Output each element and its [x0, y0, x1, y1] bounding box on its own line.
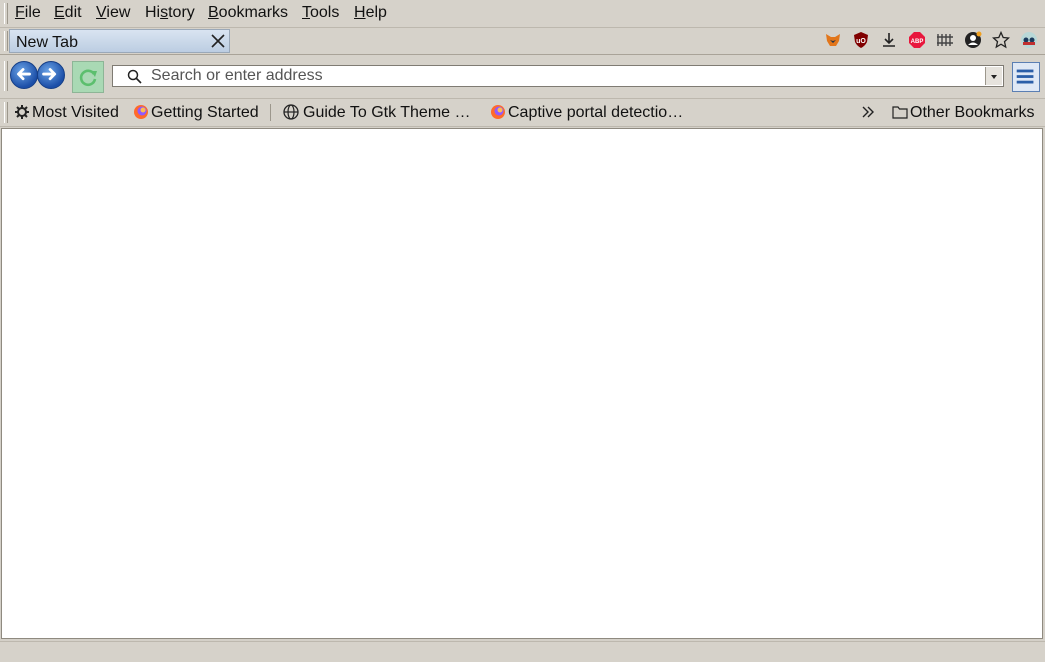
bookmark-other-bookmarks[interactable]: Other Bookmarks	[910, 104, 1034, 122]
toolbar-grip	[4, 31, 8, 51]
svg-text:uO: uO	[856, 38, 866, 45]
toolbar-grip	[4, 102, 8, 123]
bookmark-separator	[270, 104, 271, 121]
status-bar	[0, 641, 1045, 662]
menu-view-label: iew	[106, 4, 131, 21]
download-icon[interactable]	[880, 31, 898, 49]
extension-icon[interactable]	[1020, 31, 1038, 49]
ublock-origin-icon[interactable]: uO	[852, 31, 870, 49]
account-icon[interactable]	[964, 31, 982, 49]
menu-edit-label: dit	[64, 4, 82, 21]
folder-icon	[892, 106, 908, 119]
menu-edit[interactable]: Edit	[54, 4, 82, 22]
menu-history-prefix: Hi	[145, 4, 161, 21]
page-content[interactable]	[1, 128, 1043, 639]
navigation-toolbar	[0, 55, 1045, 99]
bookmark-captive-portal[interactable]: Captive portal detectio…	[508, 104, 683, 122]
svg-text:ABP: ABP	[911, 39, 924, 45]
menu-help[interactable]: Help	[354, 4, 387, 22]
globe-icon	[283, 104, 299, 120]
firefox-icon	[491, 105, 505, 119]
close-icon[interactable]	[209, 32, 227, 50]
bookmark-gtk-guide[interactable]: Guide To Gtk Theme …	[303, 104, 470, 122]
menu-file[interactable]: File	[15, 4, 41, 22]
menu-bar: File Edit View History Bookmarks Tools H…	[0, 0, 1045, 28]
address-dropdown-button[interactable]	[985, 67, 1002, 85]
menu-bookmarks-mnemonic: B	[208, 4, 219, 21]
menu-edit-mnemonic: E	[54, 4, 65, 21]
chevron-down-icon	[991, 75, 997, 79]
back-button[interactable]	[10, 61, 38, 89]
chevron-double-right-icon[interactable]	[860, 104, 876, 120]
menu-tools[interactable]: Tools	[302, 4, 339, 22]
menu-view-mnemonic: V	[96, 4, 107, 21]
hamburger-menu-icon	[1016, 69, 1034, 84]
bookmarks-toolbar: Most Visited Getting Started Guide To Gt…	[0, 99, 1045, 127]
toolbar-grip	[4, 3, 8, 24]
menu-tools-mnemonic: T	[302, 4, 310, 21]
metamask-fox-icon[interactable]	[824, 31, 842, 49]
search-icon	[127, 69, 142, 84]
menu-file-mnemonic: F	[15, 4, 25, 21]
app-menu-button[interactable]	[1012, 62, 1040, 92]
menu-file-label: ile	[24, 4, 41, 21]
forward-button[interactable]	[37, 61, 65, 89]
library-icon[interactable]	[936, 31, 954, 49]
menu-history-label: tory	[168, 4, 195, 21]
gear-icon	[15, 105, 29, 119]
menu-help-label: elp	[365, 4, 387, 21]
address-bar[interactable]	[112, 65, 1004, 87]
menu-tools-label: ools	[310, 4, 340, 21]
firefox-icon	[134, 105, 148, 119]
menu-help-mnemonic: H	[354, 4, 366, 21]
reload-button[interactable]	[72, 61, 104, 93]
bookmark-getting-started[interactable]: Getting Started	[151, 104, 259, 122]
tab-label: New Tab	[16, 34, 78, 51]
bookmark-most-visited[interactable]: Most Visited	[32, 104, 119, 122]
reload-icon	[79, 69, 97, 87]
toolbar-grip	[4, 61, 8, 91]
forward-arrow-icon	[42, 68, 57, 81]
adblock-plus-icon[interactable]: ABP	[908, 31, 926, 49]
menu-bookmarks-label: ookmarks	[218, 4, 289, 21]
menu-history[interactable]: History	[145, 4, 195, 22]
search-input[interactable]	[151, 67, 981, 85]
back-arrow-icon	[17, 68, 31, 81]
menu-bookmarks[interactable]: Bookmarks	[208, 4, 288, 22]
tab-new-tab[interactable]: New Tab	[9, 29, 230, 53]
menu-history-mnemonic: s	[160, 4, 169, 21]
menu-view[interactable]: View	[96, 4, 130, 22]
bookmark-star-icon[interactable]	[992, 31, 1010, 49]
